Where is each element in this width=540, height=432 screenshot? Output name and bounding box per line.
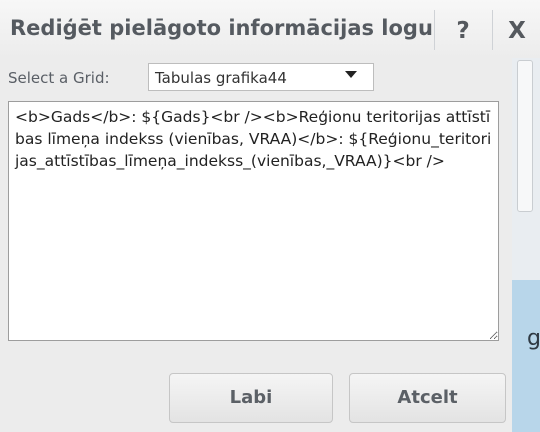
edit-popup-dialog: Rediģēt pielāgoto informācijas logu ? X …	[0, 0, 540, 432]
dialog-title: Rediģēt pielāgoto informācijas logu	[10, 16, 433, 40]
grid-select-label: Select a Grid:	[8, 69, 110, 87]
chevron-down-icon	[345, 71, 357, 78]
grid-select-value: Tabulas grafika44	[155, 69, 287, 87]
background-scrollbar[interactable]	[517, 60, 533, 212]
help-button[interactable]: ?	[434, 10, 491, 50]
map-label-fragment: g	[527, 326, 540, 351]
close-button[interactable]: X	[492, 10, 540, 50]
cancel-button[interactable]: Atcelt	[349, 373, 506, 423]
map-fragment	[512, 280, 540, 432]
popup-template-textarea[interactable]: <b>Gads</b>: ${Gads}<br /><b>Reģionu ter…	[8, 101, 499, 341]
ok-button[interactable]: Labi	[169, 373, 333, 423]
dialog-titlebar: Rediģēt pielāgoto informācijas logu ? X	[0, 0, 540, 58]
grid-select-dropdown[interactable]: Tabulas grafika44	[148, 63, 374, 91]
